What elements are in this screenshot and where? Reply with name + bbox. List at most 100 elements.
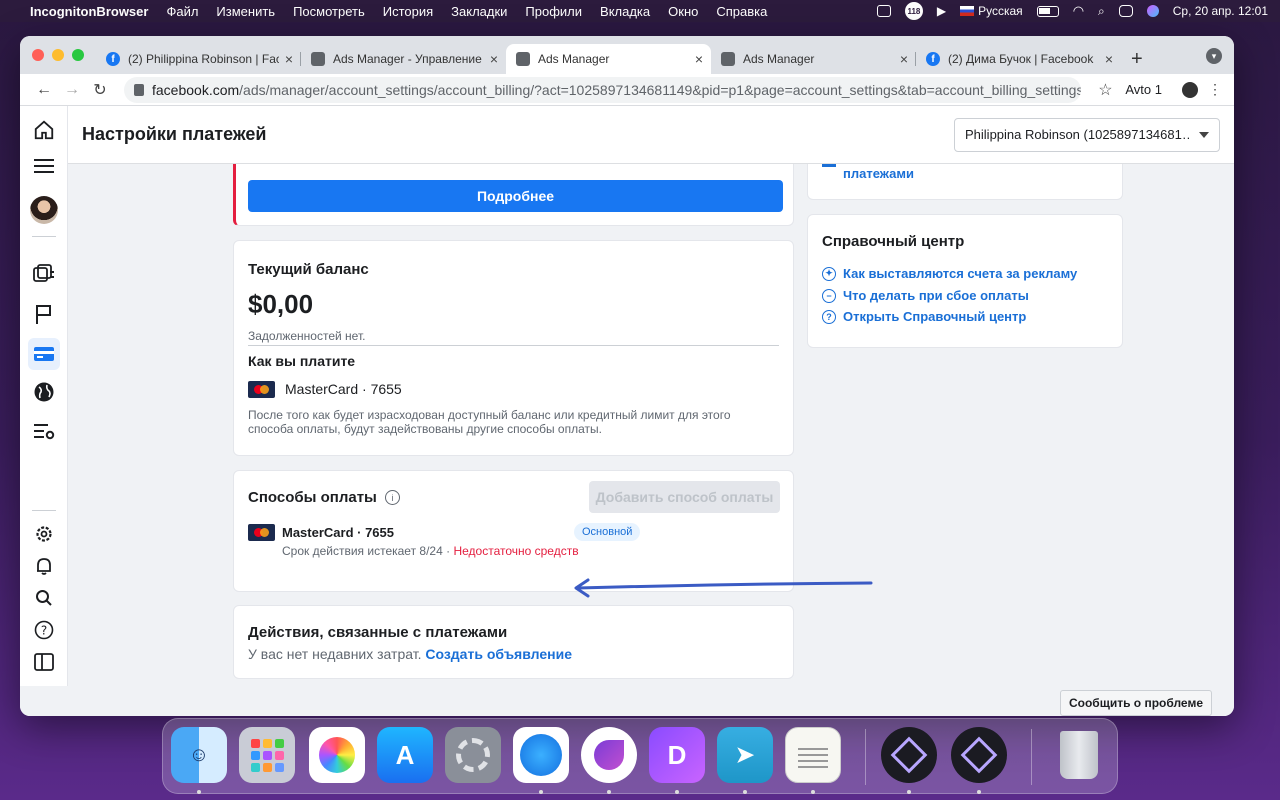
more-details-button[interactable]: Подробнее	[248, 180, 783, 212]
tab-title: (2) Philippina Robinson | Face	[128, 52, 279, 66]
help-link-row[interactable]: ✦ Как выставляются счета за рекламу	[822, 266, 1077, 281]
battery-icon[interactable]	[1036, 5, 1059, 17]
menu-hamburger-icon[interactable]	[28, 150, 60, 182]
browser-tab[interactable]: Ads Manager - Управление р ×	[301, 44, 506, 74]
browser-tab[interactable]: Ads Manager ×	[711, 44, 916, 74]
avatar[interactable]	[28, 194, 60, 226]
close-tab-icon[interactable]: ×	[285, 51, 293, 67]
browser-tab-active[interactable]: Ads Manager ×	[506, 44, 711, 74]
help-link-row[interactable]: − Что делать при сбое оплаты	[822, 288, 1029, 303]
help-center-card: Справочный центр ✦ Как выставляются счет…	[807, 214, 1123, 348]
how-you-pay-heading: Как вы платите	[248, 353, 356, 369]
spotlight-search-icon[interactable]: ⌕	[1098, 4, 1105, 19]
menu-profiles[interactable]: Профили	[525, 4, 582, 19]
more-vertical-icon[interactable]: ⋮	[1206, 81, 1224, 99]
control-center-icon[interactable]	[1118, 5, 1133, 17]
url-path: /ads/manager/account_settings/account_bi…	[239, 81, 1082, 98]
menu-edit[interactable]: Изменить	[216, 4, 275, 19]
mastercard-icon	[248, 381, 275, 398]
close-tab-icon[interactable]: ×	[1105, 51, 1113, 67]
menubar-clock[interactable]: Ср, 20 апр. 12:01	[1173, 4, 1268, 18]
help-link-open-center[interactable]: Открыть Справочный центр	[843, 309, 1026, 324]
notification-badge-icon[interactable]: 118	[904, 2, 923, 20]
balance-card: Текущий баланс $0,00 Задолженностей нет.…	[233, 240, 794, 456]
svg-text:?: ?	[41, 624, 47, 638]
menu-bookmarks[interactable]: Закладки	[451, 4, 507, 19]
info-icon[interactable]: i	[385, 490, 400, 505]
account-selector[interactable]: Philippina Robinson (1025897134681…	[954, 117, 1220, 152]
menu-tab[interactable]: Вкладка	[600, 4, 650, 19]
address-bar[interactable]: facebook.com/ads/manager/account_setting…	[124, 76, 1082, 103]
list-icon	[822, 164, 836, 167]
shield-status-icon[interactable]	[876, 5, 891, 17]
textedit-icon[interactable]	[785, 727, 841, 783]
close-tab-icon[interactable]: ×	[695, 51, 703, 67]
new-tab-button[interactable]: +	[1131, 44, 1143, 74]
siri-icon[interactable]	[1146, 5, 1159, 17]
telegram-icon[interactable]: ➤	[717, 727, 773, 783]
messenger-app-icon[interactable]: D	[649, 727, 705, 783]
page-icon	[721, 52, 735, 66]
incogniton-profile-icon[interactable]	[881, 727, 937, 783]
browser-tab[interactable]: f (2) Philippina Robinson | Face ×	[96, 44, 301, 74]
flag-icon[interactable]	[28, 298, 60, 330]
search-icon[interactable]	[28, 582, 60, 614]
maximize-window-button[interactable]	[72, 49, 84, 61]
report-problem-button[interactable]: Сообщить о проблеме	[1059, 690, 1212, 716]
browser-tab[interactable]: f (2) Дима Бучок | Facebook ×	[916, 44, 1121, 74]
payments-link[interactable]: платежами	[843, 166, 914, 181]
wifi-icon[interactable]: ◠	[1073, 3, 1084, 19]
keyboard-language[interactable]: Русская	[960, 4, 1023, 18]
app-store-icon[interactable]: A	[377, 727, 433, 783]
mastercard-icon	[248, 524, 275, 541]
minimize-window-button[interactable]	[52, 49, 64, 61]
app-menu[interactable]: IncognitonBrowser	[30, 4, 148, 19]
settings-list-icon[interactable]	[28, 416, 60, 448]
menu-file[interactable]: Файл	[166, 4, 198, 19]
incogniton-icon[interactable]	[581, 727, 637, 783]
photos-icon[interactable]	[309, 727, 365, 783]
system-preferences-icon[interactable]	[445, 727, 501, 783]
forward-arrow-icon[interactable]: →	[58, 81, 86, 99]
tab-title: (2) Дима Бучок | Facebook	[948, 52, 1094, 66]
card-label: MasterCard · 7655	[285, 381, 402, 397]
safari-icon[interactable]	[513, 727, 569, 783]
globe-icon[interactable]	[28, 376, 60, 408]
menu-window[interactable]: Окно	[668, 4, 698, 19]
payment-actions-text: У вас нет недавних затрат. Создать объяв…	[248, 646, 572, 662]
help-link-payment-failure[interactable]: Что делать при сбое оплаты	[843, 288, 1029, 303]
panel-toggle-icon[interactable]	[28, 646, 60, 678]
lock-icon[interactable]	[134, 83, 144, 96]
close-tab-icon[interactable]: ×	[490, 51, 498, 67]
create-ad-link[interactable]: Создать объявление	[425, 646, 572, 662]
help-link-billing[interactable]: Как выставляются счета за рекламу	[843, 266, 1077, 281]
campaigns-icon[interactable]	[28, 258, 60, 290]
account-icon[interactable]	[1182, 81, 1198, 98]
dock-running-indicator	[675, 790, 679, 794]
window-controls	[32, 36, 84, 74]
trash-icon[interactable]	[1051, 727, 1107, 783]
tab-search-icon[interactable]: ▾	[1206, 48, 1222, 64]
help-icon[interactable]: ?	[28, 614, 60, 646]
add-payment-method-button[interactable]: Добавить способ оплаты	[589, 481, 780, 513]
menu-help[interactable]: Справка	[716, 4, 767, 19]
finder-icon[interactable]: ☺	[171, 727, 227, 783]
help-link-row[interactable]: ? Открыть Справочный центр	[822, 309, 1026, 324]
menu-history[interactable]: История	[383, 4, 433, 19]
menu-view[interactable]: Посмотреть	[293, 4, 365, 19]
close-tab-icon[interactable]: ×	[900, 51, 908, 67]
bell-icon[interactable]	[28, 550, 60, 582]
back-arrow-icon[interactable]: ←	[30, 81, 58, 99]
launchpad-icon[interactable]	[239, 727, 295, 783]
play-icon[interactable]: ▶	[937, 4, 946, 18]
reload-icon[interactable]: ↻	[86, 80, 114, 100]
tab-title: Ads Manager	[743, 52, 815, 66]
bookmark-star-icon[interactable]: ☆	[1091, 80, 1119, 100]
gear-icon[interactable]	[28, 518, 60, 550]
incogniton-profile-icon[interactable]	[951, 727, 1007, 783]
home-icon[interactable]	[28, 114, 60, 146]
close-window-button[interactable]	[32, 49, 44, 61]
profile-label[interactable]: Avto 1	[1125, 82, 1162, 97]
billing-card-icon[interactable]	[28, 338, 60, 370]
dock-running-indicator	[539, 790, 543, 794]
